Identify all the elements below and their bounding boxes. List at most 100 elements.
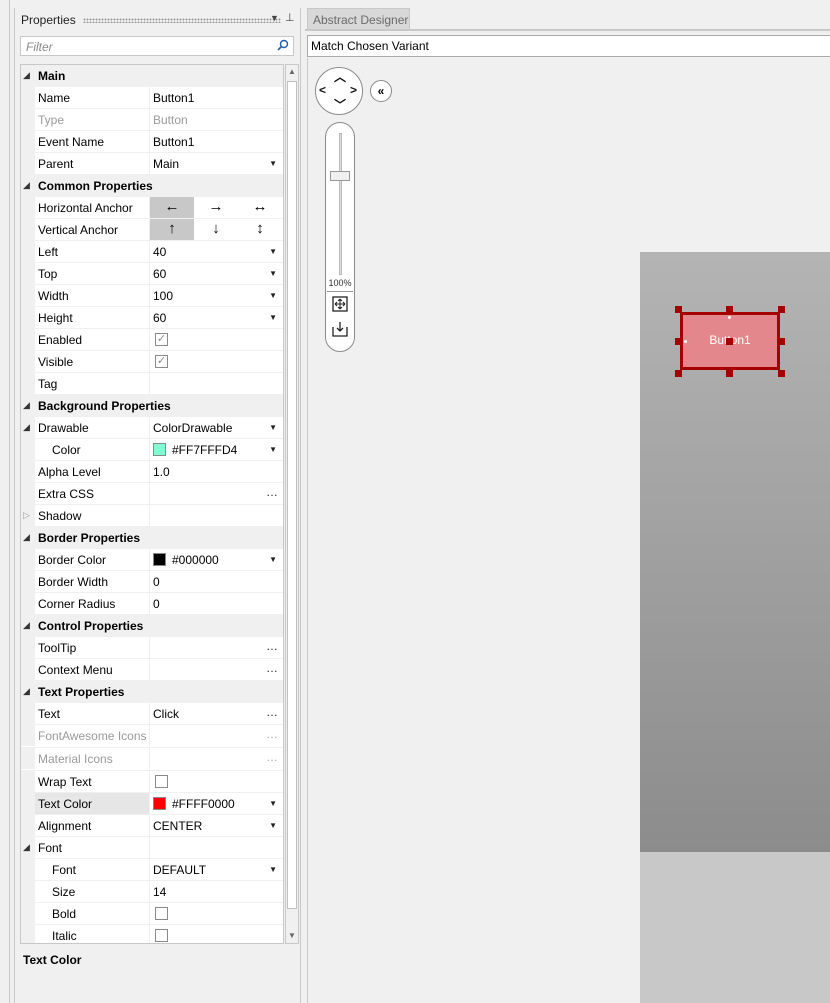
scrollbar-thumb[interactable] [287, 81, 297, 909]
wrap-text-checkbox[interactable] [155, 775, 168, 788]
property-row-border-color[interactable]: Border Color #000000 ▼ [21, 549, 283, 571]
resize-handle-s[interactable] [726, 370, 733, 377]
property-row-height[interactable]: Height 60 ▼ [21, 307, 283, 329]
pan-up-icon[interactable]: ︿ [334, 68, 346, 85]
panel-drag-grip[interactable] [83, 18, 281, 23]
pan-arrows-icon[interactable]: ︿ ﹀ < > [315, 67, 363, 115]
variant-selector[interactable]: Match Chosen Variant [307, 35, 830, 57]
property-row-italic[interactable]: Italic [21, 925, 283, 943]
dropdown-arrow-icon[interactable]: ▼ [269, 269, 277, 278]
property-value[interactable]: 60 [153, 311, 166, 325]
property-row-wrap-text[interactable]: Wrap Text [21, 771, 283, 793]
collapse-toggle-icon[interactable]: ◢ [23, 842, 30, 853]
property-row-alignment[interactable]: Alignment CENTER ▼ [21, 815, 283, 837]
property-row-context-menu[interactable]: Context Menu … [21, 659, 283, 681]
enabled-checkbox[interactable]: ✓ [155, 333, 168, 346]
property-row-border-width[interactable]: Border Width 0 [21, 571, 283, 593]
resize-handle-se[interactable] [778, 370, 785, 377]
property-value[interactable]: Button1 [153, 91, 194, 105]
resize-handle-w[interactable] [675, 338, 682, 345]
property-value[interactable]: 14 [153, 885, 166, 899]
italic-checkbox[interactable] [155, 929, 168, 942]
property-row-tooltip[interactable]: ToolTip … [21, 637, 283, 659]
anchor-top-button[interactable]: ↑ [150, 219, 194, 240]
resize-handle-ne[interactable] [778, 306, 785, 313]
property-row-corner-radius[interactable]: Corner Radius 0 [21, 593, 283, 615]
dropdown-arrow-icon[interactable]: ▼ [269, 865, 277, 874]
property-value[interactable]: CENTER [153, 819, 202, 833]
property-row-extra-css[interactable]: Extra CSS … [21, 483, 283, 505]
ellipsis-icon[interactable]: … [266, 485, 278, 499]
property-row-top[interactable]: Top 60 ▼ [21, 263, 283, 285]
ellipsis-icon[interactable]: … [266, 639, 278, 653]
property-value[interactable]: Button1 [153, 135, 194, 149]
property-value[interactable]: Main [153, 157, 179, 171]
property-row-parent[interactable]: Parent Main ▼ [21, 153, 283, 175]
scroll-up-icon[interactable]: ▲ [286, 65, 298, 79]
property-row-vertical-anchor[interactable]: Vertical Anchor ↑ ↓ ↕ [21, 219, 283, 241]
property-row-font-group[interactable]: ◢ Font [21, 837, 283, 859]
dropdown-arrow-icon[interactable]: ▼ [269, 555, 277, 564]
anchor-right-button[interactable]: → [194, 197, 238, 218]
property-value[interactable]: Click [153, 707, 179, 721]
tab-abstract-designer[interactable]: Abstract Designer [307, 8, 410, 30]
dropdown-arrow-icon[interactable]: ▼ [269, 291, 277, 300]
property-row-tag[interactable]: Tag [21, 373, 283, 395]
anchor-both-button[interactable]: ↔ [238, 197, 282, 218]
dropdown-arrow-icon[interactable]: ▼ [269, 159, 277, 168]
dropdown-arrow-icon[interactable]: ▼ [269, 445, 277, 454]
property-row-text[interactable]: Text Click … [21, 703, 283, 725]
dropdown-arrow-icon[interactable]: ▼ [269, 247, 277, 256]
anchor-bottom-button[interactable]: ↓ [194, 219, 238, 240]
pin-icon[interactable]: ⊥ [285, 11, 295, 24]
dropdown-arrow-icon[interactable]: ▼ [269, 313, 277, 322]
property-value[interactable]: ColorDrawable [153, 421, 232, 435]
ellipsis-icon[interactable]: … [266, 661, 278, 675]
property-row-left[interactable]: Left 40 ▼ [21, 241, 283, 263]
category-border[interactable]: ◢ Border Properties [21, 527, 283, 549]
category-control[interactable]: ◢ Control Properties [21, 615, 283, 637]
resize-handle-e[interactable] [778, 338, 785, 345]
visible-checkbox[interactable]: ✓ [155, 355, 168, 368]
search-icon[interactable] [277, 39, 289, 54]
category-text[interactable]: ◢ Text Properties [21, 681, 283, 703]
pan-left-icon[interactable]: < [319, 83, 326, 97]
anchor-both-vertical-button[interactable]: ↕ [238, 219, 282, 240]
fit-screen-icon[interactable] [332, 296, 348, 312]
collapse-toggle-icon[interactable]: ◢ [23, 180, 30, 191]
collapse-toggle-icon[interactable]: ◢ [23, 400, 30, 411]
property-row-bold[interactable]: Bold [21, 903, 283, 925]
color-swatch[interactable] [153, 443, 166, 456]
dropdown-arrow-icon[interactable]: ▼ [269, 799, 277, 808]
property-value[interactable]: #FF7FFFD4 [172, 443, 237, 457]
filter-input[interactable]: Filter [20, 36, 294, 56]
property-row-text-color[interactable]: Text Color #FFFF0000 ▼ [21, 793, 283, 815]
category-common[interactable]: ◢ Common Properties [21, 175, 283, 197]
color-swatch[interactable] [153, 553, 166, 566]
category-main[interactable]: ◢ Main [21, 65, 283, 87]
property-value[interactable]: 60 [153, 267, 166, 281]
resize-handle-sw[interactable] [675, 370, 682, 377]
property-grid-scrollbar[interactable]: ▲ ▼ [285, 64, 299, 944]
resize-handle-nw[interactable] [675, 306, 682, 313]
expand-toggle-icon[interactable]: ▷ [23, 510, 30, 521]
pan-down-icon[interactable]: ﹀ [334, 96, 346, 113]
property-value[interactable]: #000000 [172, 553, 219, 567]
resize-handle-n[interactable] [726, 306, 733, 313]
dropdown-arrow-icon[interactable]: ▼ [269, 423, 277, 432]
property-value[interactable]: DEFAULT [153, 863, 206, 877]
color-swatch[interactable] [153, 797, 166, 810]
collapse-toggle-icon[interactable]: ◢ [23, 532, 30, 543]
dropdown-arrow-icon[interactable]: ▼ [269, 821, 277, 830]
collapse-toggle-icon[interactable]: ◢ [23, 620, 30, 631]
expand-toggle-icon[interactable]: ◢ [23, 422, 30, 433]
property-row-enabled[interactable]: Enabled ✓ [21, 329, 283, 351]
property-row-alpha[interactable]: Alpha Level 1.0 [21, 461, 283, 483]
move-handle-center[interactable] [726, 338, 733, 345]
property-row-name[interactable]: Name Button1 [21, 87, 283, 109]
property-row-drawable[interactable]: ◢ Drawable ColorDrawable ▼ [21, 417, 283, 439]
property-row-size[interactable]: Size 14 [21, 881, 283, 903]
collapse-icon[interactable]: « [370, 80, 392, 102]
export-icon[interactable] [332, 321, 348, 337]
property-value[interactable]: 1.0 [153, 465, 170, 479]
